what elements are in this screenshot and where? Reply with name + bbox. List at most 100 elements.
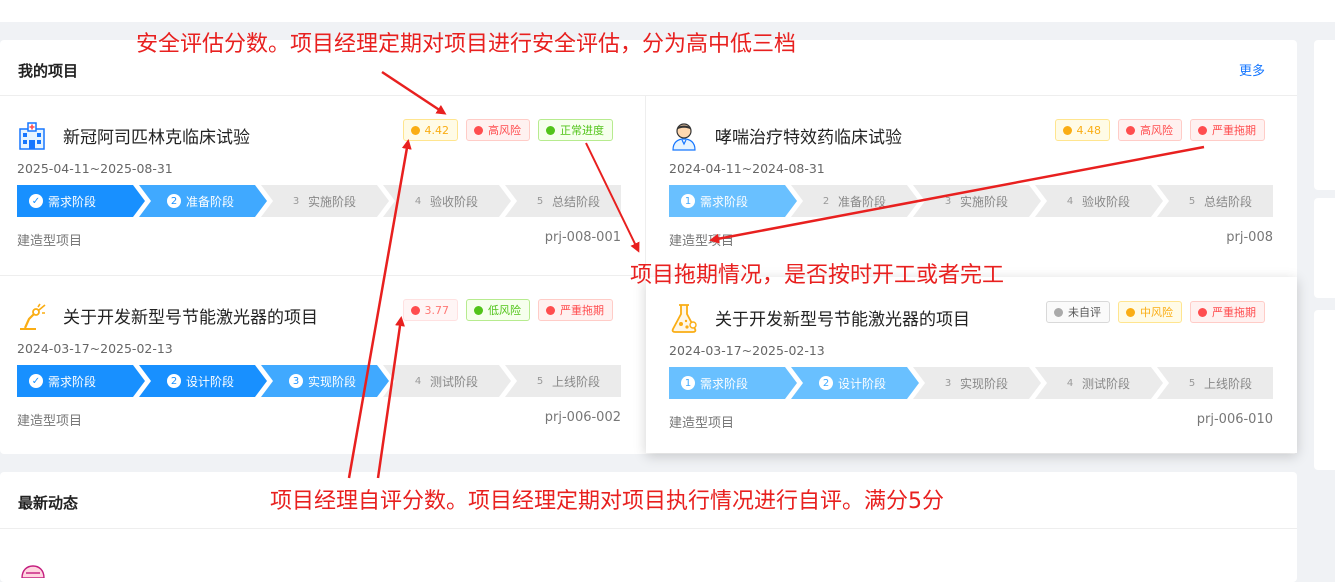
status-dot <box>1062 125 1072 135</box>
progress-badge: 严重拖期 <box>1190 119 1265 141</box>
step-number: 4 <box>1066 195 1074 207</box>
phase-steps: 1 需求阶段 2 准备阶段 3 实施阶段 4 验收阶段 5 总结阶段 <box>669 185 1273 217</box>
step-item[interactable]: ✓ 需求阶段 <box>17 185 145 217</box>
project-title[interactable]: 关于开发新型号节能激光器的项目 <box>715 305 970 330</box>
badge-label: 4.42 <box>424 123 450 137</box>
badge-label: 高风险 <box>488 124 521 137</box>
project-code: prj-008 <box>1226 230 1273 245</box>
self-eval-score-badge: 4.48 <box>1054 119 1110 141</box>
project-card[interactable]: 新冠阿司匹林克临床试验 4.42 高风险 正常进度 2025-04-11~202… <box>17 95 621 271</box>
laser-icon <box>20 303 46 330</box>
step-label: 需求阶段 <box>700 194 749 209</box>
step-item[interactable]: 5 总结阶段 <box>1157 185 1273 217</box>
risk-badge: 高风险 <box>466 119 530 141</box>
badge-group: 3.77 低风险 严重拖期 <box>402 299 613 321</box>
step-label: 总结阶段 <box>1204 194 1253 209</box>
step-number: 4 <box>414 375 422 387</box>
step-item[interactable]: ✓ 需求阶段 <box>17 365 145 397</box>
step-item[interactable]: 2 准备阶段 <box>791 185 919 217</box>
step-number: ✓ <box>29 374 43 388</box>
step-label: 测试阶段 <box>430 374 479 389</box>
step-number: 1 <box>681 194 695 208</box>
step-item[interactable]: 5 上线阶段 <box>505 365 621 397</box>
badge-label: 严重拖期 <box>560 304 604 317</box>
step-number: 2 <box>167 374 181 388</box>
step-item[interactable]: 5 上线阶段 <box>1157 367 1273 399</box>
step-label: 实施阶段 <box>308 194 357 209</box>
step-item[interactable]: 4 验收阶段 <box>1035 185 1163 217</box>
step-item[interactable]: 4 验收阶段 <box>383 185 511 217</box>
project-type: 建造型项目 <box>669 416 735 431</box>
status-dot <box>1126 125 1135 135</box>
step-item[interactable]: 2 准备阶段 <box>139 185 267 217</box>
badge-label: 低风险 <box>488 304 521 317</box>
status-dot <box>1198 307 1207 317</box>
status-dot <box>474 125 483 135</box>
badge-label: 中风险 <box>1140 306 1173 319</box>
annotation-delay: 项目拖期情况，是否按时开工或者完工 <box>630 263 1005 288</box>
step-item[interactable]: 3 实施阶段 <box>913 185 1041 217</box>
step-number: 5 <box>1188 195 1196 207</box>
progress-badge: 严重拖期 <box>538 299 613 321</box>
step-number: 4 <box>414 195 422 207</box>
step-number: 3 <box>289 374 303 388</box>
project-card[interactable]: 哮喘治疗特效药临床试验 4.48 高风险 严重拖期 2024-04-11~202… <box>669 95 1273 271</box>
phase-steps: 1 需求阶段 2 设计阶段 3 实现阶段 4 测试阶段 5 上线阶段 <box>669 367 1273 399</box>
project-title[interactable]: 哮喘治疗特效药临床试验 <box>715 123 902 148</box>
status-dot <box>1198 125 1207 135</box>
more-link[interactable]: 更多 <box>1239 60 1265 79</box>
doctor-icon <box>672 123 696 151</box>
top-bar <box>0 0 1335 22</box>
project-date-range: 2024-03-17~2025-02-13 <box>669 343 825 358</box>
badge-group: 4.48 高风险 严重拖期 <box>1054 119 1265 141</box>
project-date-range: 2025-04-11~2025-08-31 <box>17 161 173 176</box>
divider <box>645 95 646 275</box>
progress-badge: 严重拖期 <box>1190 301 1265 323</box>
step-label: 实现阶段 <box>308 374 357 389</box>
step-label: 验收阶段 <box>1082 194 1131 209</box>
project-code: prj-008-001 <box>544 230 621 245</box>
step-label: 设计阶段 <box>838 376 887 391</box>
badge-label: 4.48 <box>1076 123 1102 137</box>
step-label: 需求阶段 <box>700 376 749 391</box>
step-number: 2 <box>819 376 833 390</box>
step-item[interactable]: 5 总结阶段 <box>505 185 621 217</box>
badge-label: 高风险 <box>1140 124 1173 137</box>
step-item[interactable]: 4 测试阶段 <box>1035 367 1163 399</box>
status-dot <box>546 125 555 135</box>
hospital-icon <box>19 122 45 150</box>
project-type: 建造型项目 <box>17 234 83 249</box>
step-item[interactable]: 2 设计阶段 <box>791 367 919 399</box>
project-card[interactable]: 关于开发新型号节能激光器的项目 3.77 低风险 严重拖期 2024-03-17… <box>17 275 621 451</box>
project-title[interactable]: 关于开发新型号节能激光器的项目 <box>63 303 318 328</box>
badge-label: 3.77 <box>424 303 450 317</box>
step-label: 需求阶段 <box>48 374 97 389</box>
step-item[interactable]: 4 测试阶段 <box>383 365 511 397</box>
step-item[interactable]: 1 需求阶段 <box>669 367 797 399</box>
step-item[interactable]: 1 需求阶段 <box>669 185 797 217</box>
step-item[interactable]: 3 实施阶段 <box>261 185 389 217</box>
panel-title: 最新动态 <box>18 494 79 512</box>
step-item[interactable]: 2 设计阶段 <box>139 365 267 397</box>
project-card-hovered[interactable]: 关于开发新型号节能激光器的项目 未自评 中风险 严重拖期 2024-03-17~… <box>646 277 1297 453</box>
badge-group: 未自评 中风险 严重拖期 <box>1046 301 1265 323</box>
side-panel-1 <box>1314 40 1335 190</box>
step-label: 上线阶段 <box>1204 376 1253 391</box>
step-number: 5 <box>1188 377 1196 389</box>
step-item[interactable]: 3 实现阶段 <box>261 365 389 397</box>
step-number: 3 <box>944 195 952 207</box>
phase-steps: ✓ 需求阶段 2 准备阶段 3 实施阶段 4 验收阶段 5 总结阶段 <box>17 185 621 217</box>
step-number: 3 <box>944 377 952 389</box>
status-dot <box>1054 307 1063 317</box>
step-item[interactable]: 3 实现阶段 <box>913 367 1041 399</box>
step-number: 5 <box>536 195 544 207</box>
step-label: 总结阶段 <box>552 194 601 209</box>
panel-title: 我的项目 <box>18 62 79 80</box>
step-label: 上线阶段 <box>552 374 601 389</box>
self-eval-score-badge: 未自评 <box>1046 301 1110 323</box>
side-panel-2 <box>1314 198 1335 298</box>
project-title[interactable]: 新冠阿司匹林克临床试验 <box>63 123 250 148</box>
annotation-self-eval: 项目经理自评分数。项目经理定期对项目执行情况进行自评。满分5分 <box>270 489 944 514</box>
step-number: 1 <box>681 376 695 390</box>
phase-steps: ✓ 需求阶段 2 设计阶段 3 实现阶段 4 测试阶段 5 上线阶段 <box>17 365 621 397</box>
